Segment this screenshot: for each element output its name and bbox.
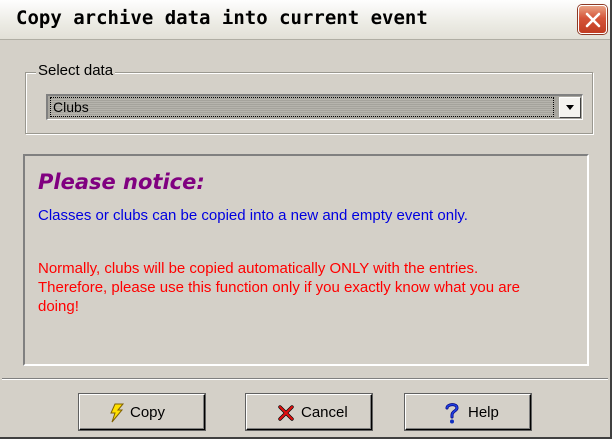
warning-line: doing! [38,298,79,315]
data-select-value[interactable]: Clubs [50,97,554,117]
copy-button-label: Copy [130,404,166,421]
help-button-label: Help [468,404,499,421]
notice-info-text: Classes or clubs can be copied into a ne… [38,207,468,224]
warning-line: Normally, clubs will be copied automatic… [38,260,479,277]
window-title: Copy archive data into current event [16,7,428,29]
copy-button[interactable]: Copy [79,394,205,430]
notice-warning-text: Normally, clubs will be copied automatic… [38,259,578,316]
cancel-button[interactable]: Cancel [246,394,372,430]
title-bar[interactable]: Copy archive data into current event [0,0,610,40]
select-data-legend: Select data [36,62,116,79]
close-button[interactable] [578,5,607,34]
help-button[interactable]: Help [405,394,531,430]
notice-heading: Please notice: [38,170,205,194]
chevron-down-icon [566,105,574,110]
cancel-button-label: Cancel [301,404,348,421]
dialog-window: Copy archive data into current event Sel… [0,0,612,439]
question-mark-icon [445,403,459,424]
button-separator [2,378,608,380]
close-icon [585,12,601,28]
lightning-bolt-icon [110,403,125,423]
warning-line: Therefore, please use this function only… [38,279,520,296]
dropdown-button[interactable] [559,97,581,118]
data-select-combobox[interactable]: Clubs [46,94,583,120]
x-mark-icon [278,405,294,421]
